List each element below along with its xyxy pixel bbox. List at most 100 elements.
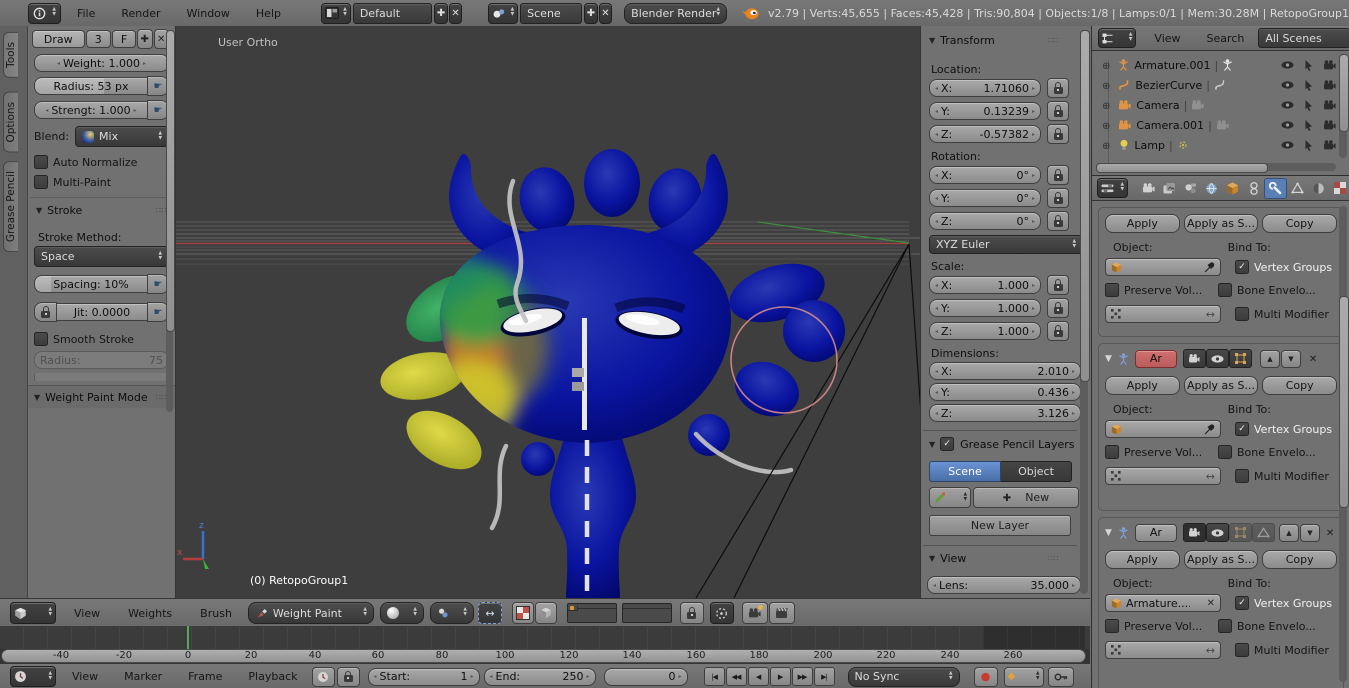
apply-button[interactable]: Apply xyxy=(1105,214,1180,233)
lock-location-x-button[interactable] xyxy=(1047,78,1069,98)
move-modifier-up-button[interactable]: ▲ xyxy=(1279,524,1299,542)
strength-slider[interactable]: Strengt: 1.000 xyxy=(34,101,147,119)
play-button[interactable]: ▶ xyxy=(770,667,791,686)
tab-scene[interactable] xyxy=(1180,179,1201,198)
tab-world[interactable] xyxy=(1201,179,1222,198)
visibility-eye-icon[interactable] xyxy=(1281,121,1294,129)
move-modifier-down-button[interactable]: ▼ xyxy=(1300,524,1320,542)
invert-icon[interactable]: ↔ xyxy=(1206,308,1215,321)
outliner-menu-view[interactable]: View xyxy=(1154,32,1180,45)
timeline-menu-frame[interactable]: Frame xyxy=(188,670,222,683)
weight-slider[interactable]: Weight: 1.000 xyxy=(34,54,169,72)
menu-file[interactable]: File xyxy=(77,7,95,20)
jump-to-start-button[interactable]: |◀ xyxy=(704,667,725,686)
expand-triangle-icon[interactable]: ▼ xyxy=(1105,354,1112,364)
scale-z-field[interactable]: Z:1.000 xyxy=(929,322,1041,340)
snap-toggle[interactable] xyxy=(710,602,734,624)
gp-source-tab-scene[interactable]: Scene xyxy=(929,461,1001,482)
keying-set-dropdown[interactable]: ◆ xyxy=(1004,667,1044,687)
radius-slider[interactable]: Radius: 53 px xyxy=(34,77,147,95)
rotation-z-field[interactable]: Z:0° xyxy=(929,212,1041,230)
opengl-render-button[interactable] xyxy=(742,602,768,624)
rotation-x-field[interactable]: X:0° xyxy=(929,166,1041,184)
npanel-scrollbar[interactable] xyxy=(1080,30,1088,594)
cage-edit-toggle[interactable] xyxy=(1252,523,1275,542)
transform-panel-header[interactable]: Transform ∷∷ xyxy=(929,34,1081,47)
scene-select-button[interactable] xyxy=(488,3,518,24)
dimension-x-field[interactable]: X:2.010 xyxy=(929,362,1081,380)
object-field[interactable] xyxy=(1105,420,1221,438)
timeline-track[interactable] xyxy=(0,626,1090,649)
shelf-tab-tools[interactable]: Tools xyxy=(3,32,18,78)
auto-normalize-checkbox[interactable] xyxy=(34,155,48,169)
delete-modifier-button[interactable] xyxy=(1326,526,1334,539)
close-scene-button[interactable] xyxy=(599,3,612,24)
selectability-cursor-icon[interactable] xyxy=(1304,140,1313,151)
vertex-group-field[interactable]: ↔ xyxy=(1105,305,1221,323)
screen-layout-button[interactable] xyxy=(321,3,351,24)
location-x-field[interactable]: X:1.71060 xyxy=(929,79,1041,97)
object-field[interactable]: Armature.... xyxy=(1105,594,1221,612)
npanel-scrollbar-thumb[interactable] xyxy=(1080,30,1090,382)
vertex-groups-checkbox[interactable] xyxy=(1235,260,1249,274)
outliner-row-camera[interactable]: Camera | xyxy=(1102,95,1349,115)
lock-rotation-z-button[interactable] xyxy=(1047,211,1069,231)
clear-object-icon[interactable] xyxy=(1207,598,1215,609)
selectability-cursor-icon[interactable] xyxy=(1304,60,1313,71)
editor-type-button[interactable] xyxy=(10,602,56,624)
apply-button[interactable]: Apply xyxy=(1105,550,1180,569)
tab-data[interactable] xyxy=(1287,179,1308,198)
multi-modifier-checkbox[interactable] xyxy=(1235,469,1249,483)
vertex-groups-checkbox[interactable] xyxy=(1235,596,1249,610)
stroke-method-dropdown[interactable]: Space xyxy=(34,246,169,267)
menu-help[interactable]: Help xyxy=(256,7,281,20)
shelf-scrollbar[interactable] xyxy=(166,30,173,412)
scene-field[interactable]: Scene xyxy=(520,3,582,24)
visibility-eye-icon[interactable] xyxy=(1281,141,1294,149)
viewport-3d[interactable]: z x User Ortho (0) RetopoGroup1 xyxy=(176,26,920,598)
lock-location-y-button[interactable] xyxy=(1047,101,1069,121)
bone-envelopes-checkbox[interactable] xyxy=(1218,283,1232,297)
visibility-eye-icon[interactable] xyxy=(1281,61,1294,69)
dimension-z-field[interactable]: Z:3.126 xyxy=(929,404,1081,422)
tab-texture[interactable] xyxy=(1329,179,1349,198)
panel-drag-dots-icon[interactable]: ∷∷ xyxy=(1048,554,1059,563)
dimension-y-field[interactable]: Y:0.436 xyxy=(929,383,1081,401)
spacing-slider[interactable]: Spacing: 10% xyxy=(34,275,147,293)
timeline-ruler[interactable]: -40 -20 0 20 40 60 80 100 120 140 160 18… xyxy=(0,649,1090,663)
mode-dropdown[interactable]: Weight Paint xyxy=(248,602,374,624)
rotation-y-field[interactable]: Y:0° xyxy=(929,189,1041,207)
smooth-stroke-checkbox[interactable] xyxy=(34,332,48,346)
renderability-camera-icon[interactable] xyxy=(1323,80,1336,90)
lock-to-scene-toggle[interactable] xyxy=(680,602,704,624)
visibility-eye-icon[interactable] xyxy=(1281,101,1294,109)
outliner-row-lamp[interactable]: Lamp | xyxy=(1102,135,1349,155)
brush-menu[interactable]: Brush xyxy=(200,607,232,620)
vertex-group-field[interactable]: ↔ xyxy=(1105,467,1221,485)
gp-pencil-dropdown[interactable] xyxy=(929,487,971,508)
weights-menu[interactable]: Weights xyxy=(128,607,172,620)
tab-render[interactable] xyxy=(1138,179,1159,198)
editor-type-button[interactable] xyxy=(1097,178,1128,198)
renderability-camera-icon[interactable] xyxy=(1323,100,1336,110)
multi-modifier-checkbox[interactable] xyxy=(1235,307,1249,321)
copy-button[interactable]: Copy xyxy=(1262,376,1337,395)
timeline-menu-view[interactable]: View xyxy=(72,670,98,683)
expand-icon[interactable] xyxy=(1102,99,1110,112)
apply-as-shape-button[interactable]: Apply as S... xyxy=(1184,550,1259,569)
outliner-hscrollbar[interactable] xyxy=(1096,163,1336,171)
multi-paint-checkbox[interactable] xyxy=(34,175,48,189)
jitter-lock-button[interactable] xyxy=(34,302,57,322)
location-y-field[interactable]: Y:0.13239 xyxy=(929,102,1041,120)
move-modifier-down-button[interactable]: ▼ xyxy=(1281,350,1301,368)
rotation-mode-dropdown[interactable]: XYZ Euler xyxy=(929,235,1083,254)
face-mask-toggle[interactable] xyxy=(512,602,534,624)
menu-window[interactable]: Window xyxy=(187,7,230,20)
vertex-groups-checkbox[interactable] xyxy=(1235,422,1249,436)
edit-mode-toggle[interactable] xyxy=(1229,523,1252,542)
lens-field[interactable]: Lens:35.000 xyxy=(927,576,1081,594)
add-layout-button[interactable] xyxy=(434,3,447,24)
menu-render[interactable]: Render xyxy=(121,7,160,20)
renderability-camera-icon[interactable] xyxy=(1323,60,1336,70)
viewport-visibility-toggle[interactable] xyxy=(1206,523,1229,542)
